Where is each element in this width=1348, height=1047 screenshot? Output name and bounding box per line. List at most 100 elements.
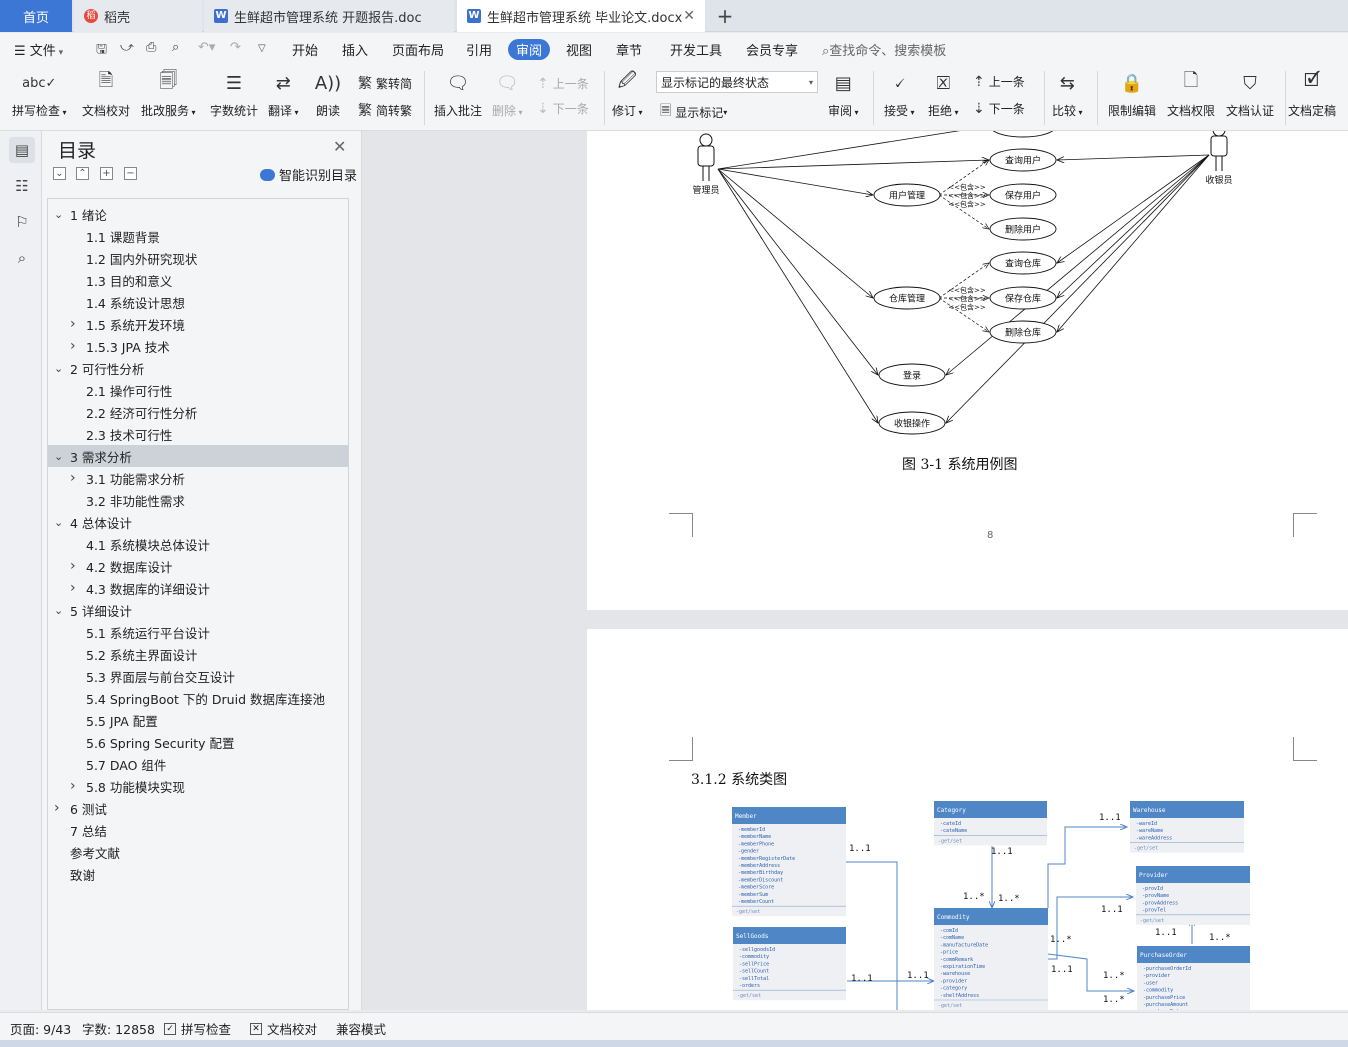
reject-button[interactable]: 🗵 拒绝 ▾	[928, 69, 959, 119]
tab-daoke[interactable]: 稻稻壳	[74, 0, 202, 32]
save-icon[interactable]: 🖫	[96, 40, 107, 62]
spell-check-button[interactable]: abc✓ 拼写检查 ▾	[12, 69, 67, 119]
toc-item[interactable]: 5.6 Spring Security 配置	[48, 731, 348, 753]
toc-item[interactable]: 1.3 目的和意义	[48, 269, 348, 291]
toc-item[interactable]: 5.7 DAO 组件	[48, 753, 348, 775]
simp-to-trad-button[interactable]: 繁简转繁	[358, 100, 412, 120]
toc-item[interactable]: ⌄ 4 总体设计	[48, 511, 348, 533]
doc-permission-button[interactable]: 🗋 文档权限	[1167, 69, 1215, 119]
word-count-button[interactable]: ☰ 字数统计	[210, 69, 258, 119]
toc-item[interactable]: › 4.2 数据库设计	[48, 555, 348, 577]
close-icon[interactable]: ✕	[333, 137, 346, 156]
tab-home[interactable]: 首页	[0, 0, 72, 32]
toc-item[interactable]: 2.3 技术可行性	[48, 423, 348, 445]
toc-item[interactable]: 1.2 国内外研究现状	[48, 247, 348, 269]
chevron-right-icon[interactable]: ›	[54, 800, 60, 816]
toc-item[interactable]: › 6 测试	[48, 797, 348, 819]
spell-check-status[interactable]: ✓ 拼写检查	[164, 1019, 231, 1038]
toc-item[interactable]: › 5.8 功能模块实现	[48, 775, 348, 797]
menu-reference[interactable]: 引用	[466, 40, 492, 59]
restrict-edit-button[interactable]: 🔒 限制编辑	[1108, 69, 1156, 119]
toc-item[interactable]: 参考文献	[48, 841, 348, 863]
word-count-indicator[interactable]: 字数: 12858	[82, 1019, 155, 1038]
next-comment-button[interactable]: ⇣ 下一条	[537, 100, 589, 117]
show-markup-button[interactable]: 🗏 显示标记 ▾	[660, 100, 727, 124]
compare-button[interactable]: ⇆ 比较 ▾	[1052, 69, 1083, 119]
chevron-down-icon[interactable]: ⌄	[54, 516, 63, 529]
track-changes-button[interactable]: 🖉 修订 ▾	[612, 69, 643, 119]
search-icon[interactable]: ⌕	[9, 245, 35, 271]
toc-item[interactable]: 致谢	[48, 863, 348, 885]
read-aloud-button[interactable]: A)) 朗读	[314, 69, 342, 119]
print-icon[interactable]: ⎙	[146, 40, 156, 55]
toc-item[interactable]: 4.1 系统模块总体设计	[48, 533, 348, 555]
menu-layout[interactable]: 页面布局	[392, 40, 444, 59]
close-tab-icon[interactable]: ✕	[683, 8, 695, 24]
toc-item[interactable]: › 3.1 功能需求分析	[48, 467, 348, 489]
print-preview-icon[interactable]: ⌕	[172, 40, 179, 55]
toc-item[interactable]: 5.1 系统运行平台设计	[48, 621, 348, 643]
markup-state-select[interactable]: 显示标记的最终状态 ▾	[656, 71, 818, 93]
chevron-right-icon[interactable]: ›	[70, 316, 76, 332]
toc-item[interactable]: 2.2 经济可行性分析	[48, 401, 348, 423]
insert-comment-button[interactable]: 🗨 插入批注	[434, 69, 482, 119]
expand-up-icon[interactable]: ⌃	[76, 167, 89, 180]
new-tab-button[interactable]: +	[712, 0, 738, 32]
delete-comment-button[interactable]: 🗨 删除 ▾	[492, 69, 523, 119]
file-menu[interactable]: ☰ 文件 ▾	[14, 40, 63, 59]
tab-thesis-doc[interactable]: W 生鲜超市管理系统 毕业论文.docx ✕	[457, 0, 705, 32]
toc-item[interactable]: ⌄ 3 需求分析	[48, 445, 348, 467]
annotate-service-button[interactable]: 🗐 批改服务 ▾	[141, 69, 196, 119]
menu-chapter[interactable]: 章节	[616, 40, 642, 59]
menu-start[interactable]: 开始	[292, 40, 318, 59]
toc-item[interactable]: 2.1 操作可行性	[48, 379, 348, 401]
doc-proof-button[interactable]: 🗎 文档校对	[82, 69, 130, 119]
toc-item[interactable]: 1.4 系统设计思想	[48, 291, 348, 313]
menu-review[interactable]: 审阅	[508, 39, 551, 60]
toc-item[interactable]: 5.4 SpringBoot 下的 Druid 数据库连接池	[48, 687, 348, 709]
tab-report-doc[interactable]: W 生鲜超市管理系统 开题报告.doc	[204, 0, 454, 32]
doc-final-button[interactable]: 🗹 文档定稿	[1288, 69, 1336, 119]
toc-item[interactable]: 5.3 界面层与前台交互设计	[48, 665, 348, 687]
chevron-right-icon[interactable]: ›	[70, 580, 76, 596]
chevron-right-icon[interactable]: ›	[70, 778, 76, 794]
chevron-down-icon[interactable]: ⌄	[54, 208, 63, 221]
toc-item[interactable]: 5.5 JPA 配置	[48, 709, 348, 731]
prev-change-button[interactable]: ⇡ 上一条	[973, 73, 1025, 90]
smart-toc-button[interactable]: 智能识别目录	[260, 165, 357, 184]
proof-status[interactable]: ✕ 文档校对	[250, 1019, 317, 1038]
chevron-down-icon[interactable]: ⌄	[54, 362, 63, 375]
nav-pane-icon[interactable]: ☷	[9, 173, 35, 199]
review-pane-button[interactable]: ▤ 审阅 ▾	[828, 69, 859, 119]
toc-item[interactable]: ⌄ 2 可行性分析	[48, 357, 348, 379]
chevron-down-icon[interactable]: ⌄	[54, 604, 63, 617]
menu-dev-tools[interactable]: 开发工具	[670, 40, 722, 59]
chevron-right-icon[interactable]: ›	[70, 558, 76, 574]
menu-view[interactable]: 视图	[566, 40, 592, 59]
chevron-down-icon[interactable]: ⌄	[54, 450, 63, 463]
customize-chevron-icon[interactable]: ▽	[258, 43, 266, 54]
toc-item[interactable]: 3.2 非功能性需求	[48, 489, 348, 511]
prev-comment-button[interactable]: ⇡ 上一条	[537, 75, 589, 92]
toc-item[interactable]: ⌄ 1 绪论	[48, 203, 348, 225]
accept-button[interactable]: 🗸 接受 ▾	[884, 69, 915, 119]
trad-to-simp-button[interactable]: 繁繁转简	[358, 73, 412, 93]
toc-item[interactable]: ⌄ 5 详细设计	[48, 599, 348, 621]
remove-heading-icon[interactable]: −	[124, 167, 137, 180]
add-heading-icon[interactable]: +	[100, 167, 113, 180]
command-search[interactable]: ⌕查找命令、搜索模板	[822, 40, 946, 59]
chevron-right-icon[interactable]: ›	[70, 338, 76, 354]
toc-item[interactable]: 7 总结	[48, 819, 348, 841]
toc-item[interactable]: › 1.5 系统开发环境	[48, 313, 348, 335]
menu-member[interactable]: 会员专享	[746, 40, 798, 59]
toc-item[interactable]: › 4.3 数据库的详细设计	[48, 577, 348, 599]
bookmark-icon[interactable]: ⚐	[9, 209, 35, 235]
redo-icon[interactable]: ↷	[230, 40, 241, 55]
chevron-right-icon[interactable]: ›	[70, 470, 76, 486]
doc-cert-button[interactable]: ⛉ 文档认证	[1226, 69, 1274, 119]
menu-insert[interactable]: 插入	[342, 40, 368, 59]
toc-item[interactable]: › 1.5.3 JPA 技术	[48, 335, 348, 357]
translate-button[interactable]: ⇄ 翻译 ▾	[268, 69, 299, 119]
collapse-all-icon[interactable]: ⌄	[53, 167, 66, 180]
next-change-button[interactable]: ⇣ 下一条	[973, 100, 1025, 117]
